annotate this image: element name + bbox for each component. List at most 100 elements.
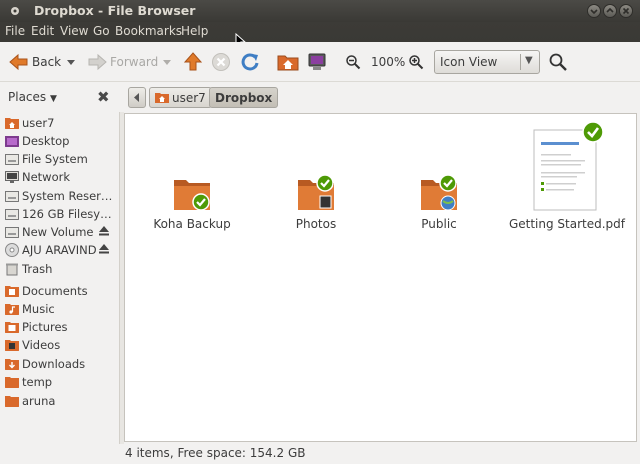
close-sidebar-button[interactable]: ✖ [97, 88, 110, 106]
view-mode-select[interactable]: Icon View ▼ [434, 50, 540, 74]
crumb-dropbox[interactable]: Dropbox [209, 87, 279, 108]
back-button[interactable]: Back [9, 50, 61, 74]
back-history-dropdown[interactable] [67, 50, 75, 74]
music-folder-icon [5, 304, 19, 315]
sidebar-item-new-volume[interactable]: New Volume [0, 223, 119, 241]
chevron-down-icon: ▼ [49, 94, 57, 104]
folder-icon [5, 377, 19, 388]
sidebar-item-aju-aravind[interactable]: AJU ARAVIND [0, 241, 119, 259]
sidebar-item-pictures[interactable]: Pictures [0, 318, 119, 336]
places-sidebar: user7 Desktop File System Network System… [0, 112, 119, 444]
crumb-scroll-left-button[interactable] [128, 87, 146, 108]
sidebar-item-user7[interactable]: user7 [0, 114, 119, 132]
downloads-folder-icon [5, 359, 19, 370]
sidebar-item-videos[interactable]: Videos [0, 336, 119, 354]
sidebar-item-label: Pictures [22, 320, 68, 334]
sidebar-item-label: Downloads [22, 357, 86, 371]
chevron-left-icon [134, 93, 139, 102]
sidebar-item-label: aruna [22, 394, 56, 408]
sidebar-item-file-system[interactable]: File System [0, 150, 119, 168]
sidebar-item-label: Music [22, 302, 55, 316]
close-icon [622, 7, 630, 15]
maximize-button[interactable] [603, 4, 617, 18]
home-folder-icon [5, 118, 19, 129]
sidebar-item-label: Documents [22, 284, 88, 298]
sidebar-item-music[interactable]: Music [0, 300, 119, 318]
home-button[interactable] [277, 50, 299, 74]
sidebar-item-label: Desktop [22, 134, 70, 148]
file-name: Photos [295, 217, 337, 231]
places-label: Places [8, 90, 47, 104]
window-title: Dropbox - File Browser [34, 3, 196, 18]
file-item-public[interactable]: Public [384, 174, 494, 231]
sidebar-item-label: Network [22, 170, 71, 184]
minimize-icon [590, 9, 598, 15]
title-bar: Dropbox - File Browser [0, 0, 640, 22]
zoom-level-label: 100% [371, 55, 406, 69]
eject-icon[interactable] [98, 243, 110, 255]
file-name: Getting Started.pdf [508, 217, 626, 231]
forward-button[interactable]: Forward [87, 50, 158, 74]
drive-icon [5, 227, 19, 238]
sidebar-item-network[interactable]: Network [0, 168, 119, 186]
cdrom-icon [5, 243, 19, 257]
synced-photos-folder-icon [298, 174, 334, 210]
zoom-in-icon [409, 55, 424, 70]
window-menu-icon[interactable] [9, 5, 21, 17]
sidebar-item-aruna[interactable]: aruna [0, 392, 119, 410]
forward-label: Forward [110, 55, 159, 69]
stop-icon [212, 53, 230, 71]
chevron-down-icon [163, 60, 171, 65]
reload-button[interactable] [240, 50, 260, 74]
zoom-in-button[interactable] [408, 50, 424, 74]
close-window-button[interactable] [619, 4, 633, 18]
sidebar-item-downloads[interactable]: Downloads [0, 355, 119, 373]
reload-icon [241, 53, 259, 71]
sidebar-item-label: File System [22, 152, 88, 166]
menu-go[interactable]: Go [93, 24, 110, 38]
menu-help[interactable]: Help [181, 24, 208, 38]
zoom-out-button[interactable] [345, 50, 361, 74]
folder-icon [5, 396, 19, 407]
stop-button[interactable] [211, 50, 231, 74]
minimize-button[interactable] [587, 4, 601, 18]
view-mode-separator [520, 54, 521, 70]
chevron-down-icon: ▼ [525, 55, 533, 66]
sidebar-item-documents[interactable]: Documents [0, 282, 119, 300]
menu-edit[interactable]: Edit [31, 24, 54, 38]
menu-view[interactable]: View [60, 24, 88, 38]
eject-icon[interactable] [98, 225, 110, 237]
search-icon [549, 53, 567, 71]
menu-bookmarks[interactable]: Bookmarks [115, 24, 182, 38]
drive-icon [5, 209, 19, 220]
maximize-icon [606, 7, 614, 13]
menu-bar: File Edit View Go Bookmarks Help [0, 22, 640, 42]
sidebar-item-temp[interactable]: temp [0, 373, 119, 391]
up-button[interactable] [183, 50, 203, 74]
computer-button[interactable] [307, 50, 327, 74]
forward-history-dropdown[interactable] [163, 50, 171, 74]
status-text: 4 items, Free space: 154.2 GB [125, 446, 306, 460]
pdf-document-icon [533, 121, 604, 211]
forward-arrow-icon [88, 53, 107, 71]
crumb-user7[interactable]: user7 [149, 87, 212, 108]
file-item-getting-started-pdf[interactable]: Getting Started.pdf [507, 120, 627, 231]
search-button[interactable] [548, 50, 568, 74]
synced-folder-icon [174, 180, 210, 211]
sidebar-item-label: AJU ARAVIND [22, 243, 97, 257]
sidebar-item-desktop[interactable]: Desktop [0, 132, 119, 150]
pictures-folder-icon [5, 322, 19, 333]
file-item-photos[interactable]: Photos [261, 174, 371, 231]
home-folder-icon [155, 93, 169, 103]
status-bar: 4 items, Free space: 154.2 GB [0, 444, 640, 464]
desktop-icon [5, 136, 19, 147]
file-item-koha-backup[interactable]: Koha Backup [137, 174, 247, 231]
zoom-level[interactable]: 100% [371, 50, 405, 74]
sidebar-item-126gb[interactable]: 126 GB Filesystem [0, 205, 119, 223]
sidebar-item-label: user7 [22, 116, 55, 130]
sidebar-item-trash[interactable]: Trash [0, 260, 119, 278]
menu-file[interactable]: File [5, 24, 25, 38]
places-dropdown[interactable]: Places ▼ [8, 90, 57, 104]
file-view[interactable]: Koha Backup Photos Public Getting Starte… [124, 113, 637, 442]
sidebar-item-system-reserved[interactable]: System Reserved [0, 187, 119, 205]
